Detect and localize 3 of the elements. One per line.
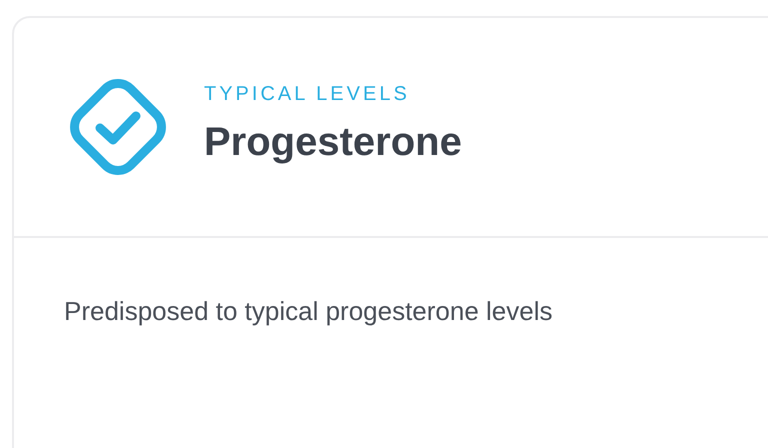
description-text: Predisposed to typical progesterone levels: [64, 296, 553, 327]
hormone-title: Progesterone: [204, 120, 462, 165]
status-label: TYPICAL LEVELS: [204, 83, 411, 106]
